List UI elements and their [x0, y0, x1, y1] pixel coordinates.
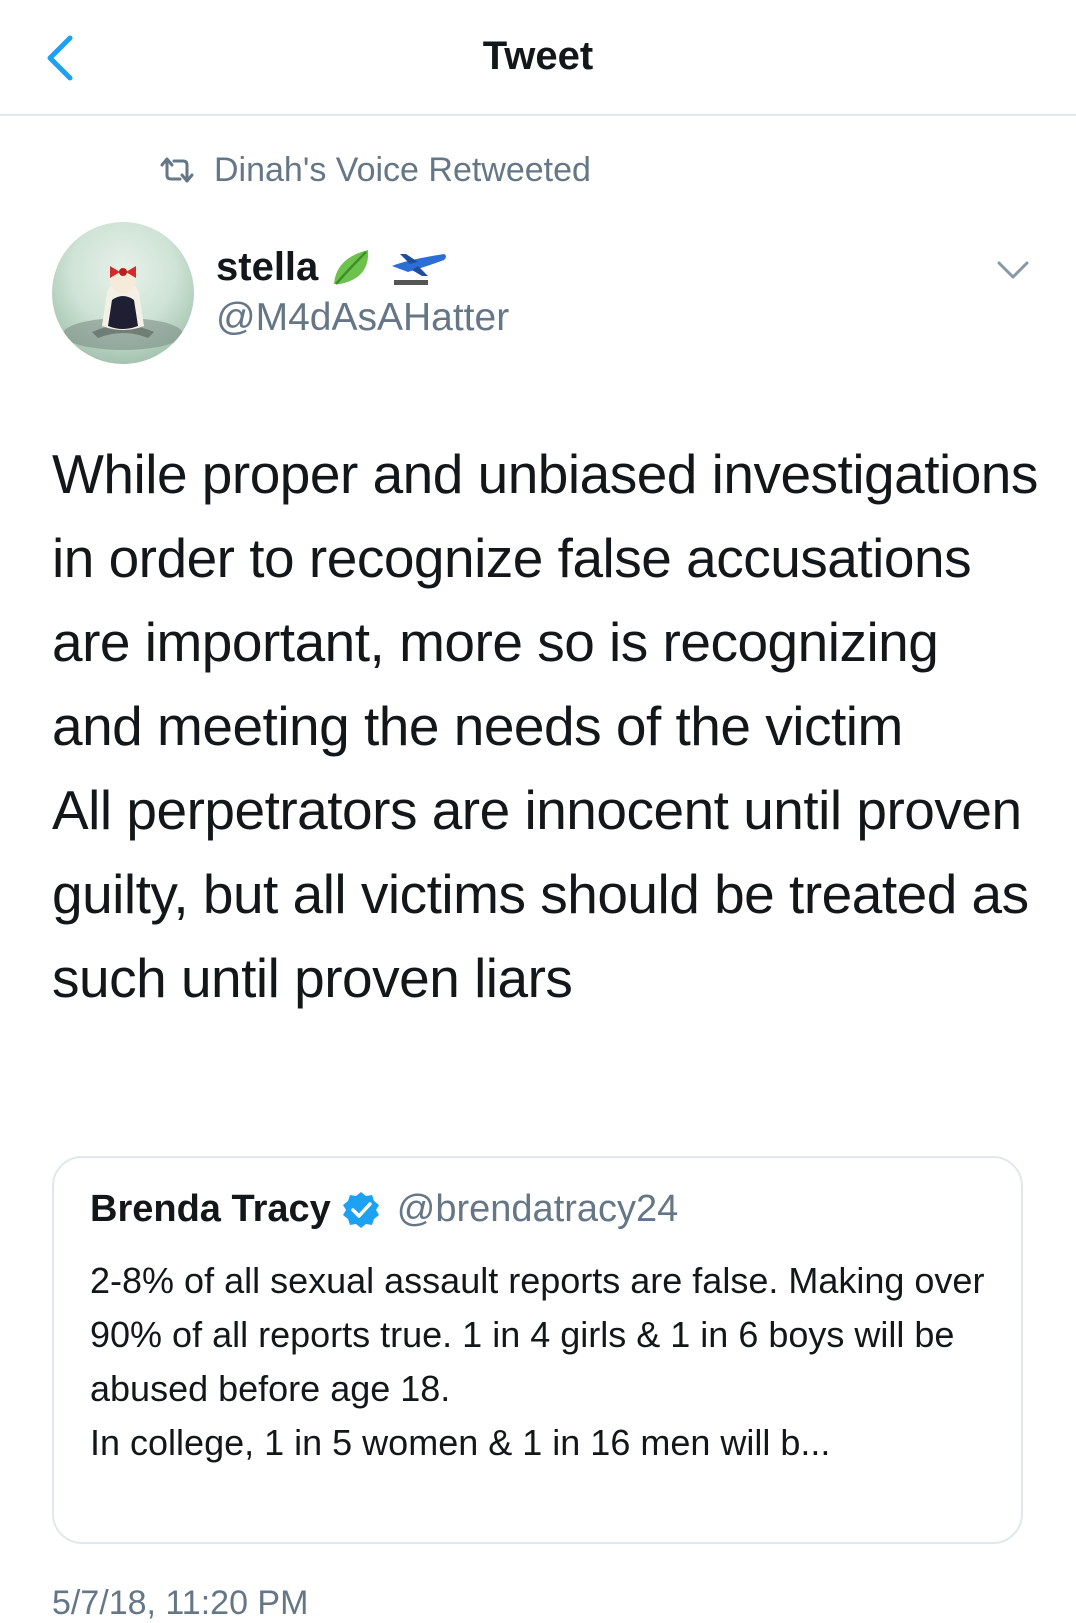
navigation-bar: Tweet [0, 0, 1076, 116]
avatar[interactable] [52, 222, 194, 364]
page-title: Tweet [482, 34, 594, 78]
author-display-name: stella [216, 244, 319, 289]
retweet-icon [160, 157, 194, 183]
tweet-body: While proper and unbiased investigations… [52, 443, 1038, 1009]
author-name-row: stella [216, 240, 509, 294]
retweet-context[interactable]: Dinah's Voice Retweeted [158, 148, 591, 192]
author-handle: @M4dAsAHatter [216, 296, 510, 339]
quoted-tweet-header: Brenda Tracy @brendatracy24 [90, 1188, 678, 1231]
tweet-timestamp: 5/7/18, 11:20 PM [52, 1584, 309, 1622]
author-block[interactable]: stella @M4dAsAHatter [216, 240, 509, 340]
avatar-image [63, 266, 183, 350]
retweet-label: Dinah's Voice Retweeted [214, 150, 591, 189]
tweet-text: While proper and unbiased investigations… [52, 432, 1042, 1020]
quoted-author-name: Brenda Tracy [90, 1188, 331, 1230]
airplane-emoji-icon [392, 254, 447, 285]
quoted-tweet-text: 2-8% of all sexual assault reports are f… [90, 1260, 985, 1463]
quoted-author-handle: @brendatracy24 [396, 1188, 679, 1230]
quoted-tweet-card[interactable]: Brenda Tracy @brendatracy24 2-8% of all … [52, 1156, 1023, 1544]
leaf-emoji-icon [334, 250, 369, 285]
verified-badge-icon [342, 1191, 379, 1228]
chevron-down-icon[interactable] [996, 258, 1030, 282]
